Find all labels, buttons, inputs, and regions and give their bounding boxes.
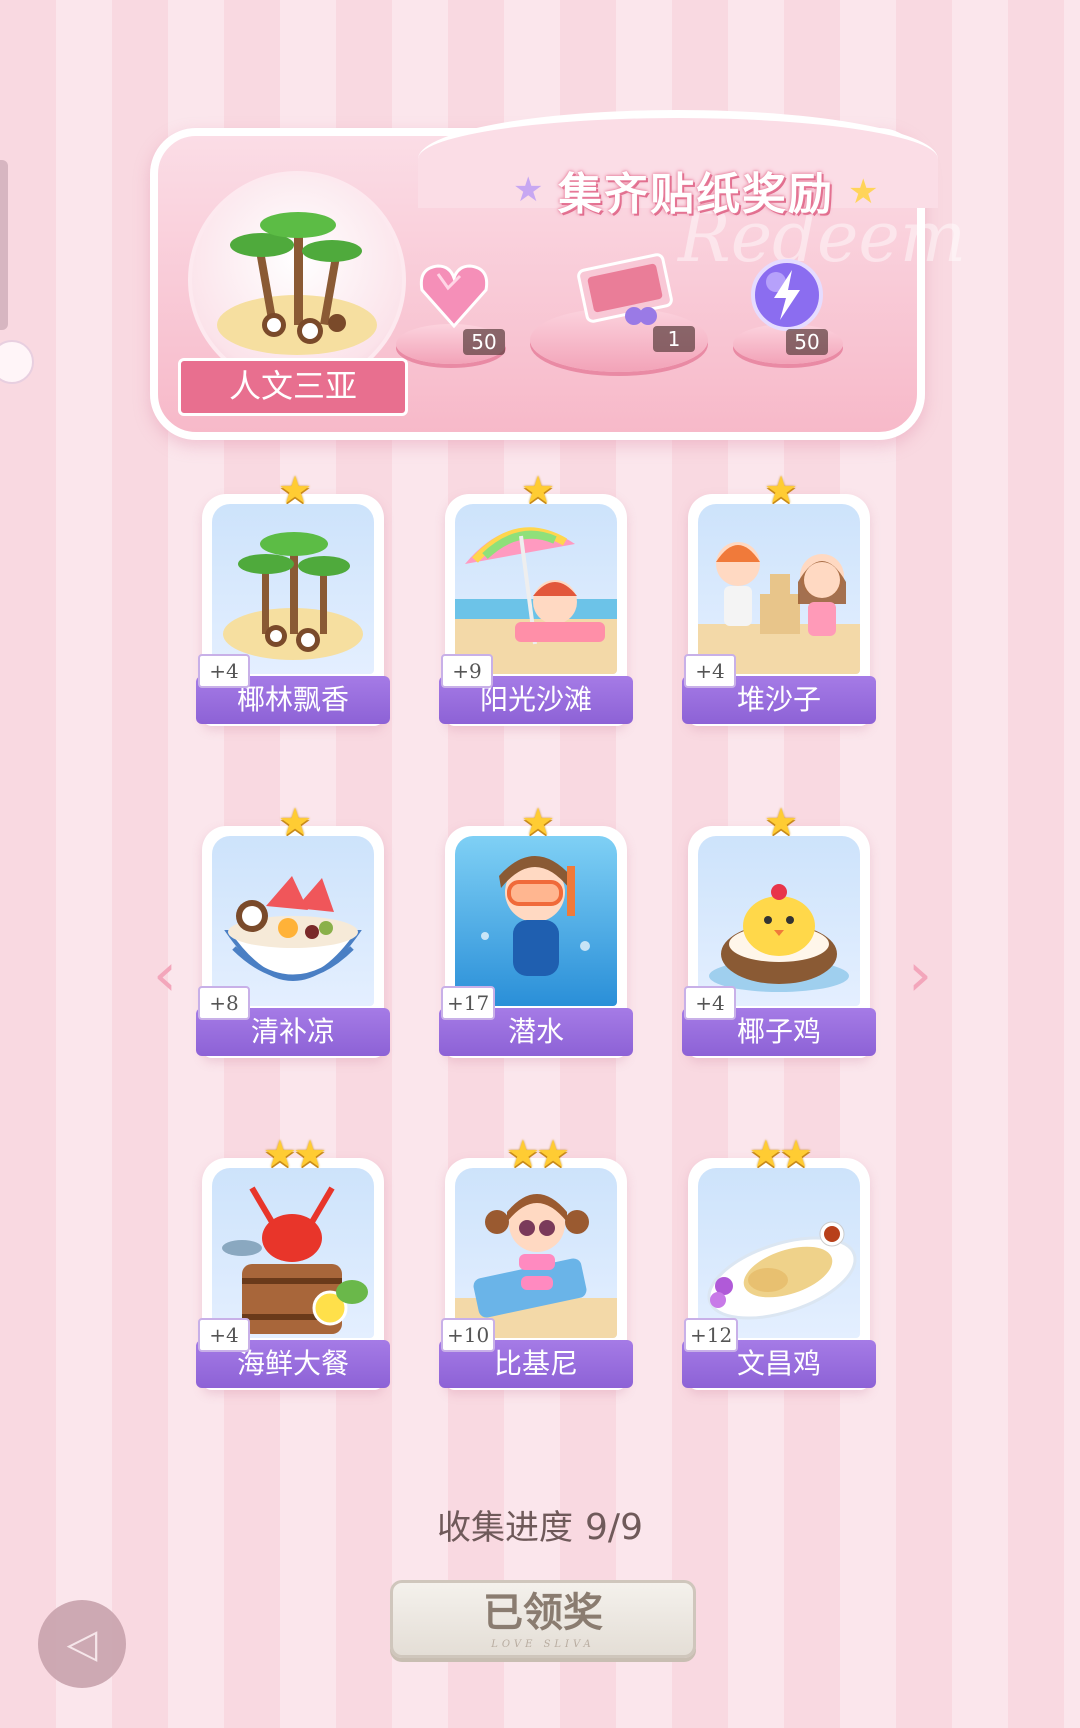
card-points-badge: +10	[441, 1318, 496, 1352]
back-button[interactable]: ◁	[38, 1600, 126, 1688]
side-flower-icon	[0, 340, 34, 384]
seafood-barrel-art	[212, 1168, 374, 1338]
bikini-girl-art	[455, 1168, 617, 1338]
back-arrow-icon: ◁	[66, 1621, 98, 1667]
card-points-badge: +4	[198, 1318, 250, 1352]
dessert-bowl-art	[212, 836, 374, 1006]
pink-heart-gem-icon	[419, 264, 489, 329]
prev-page-arrow-icon[interactable]: ‹	[145, 940, 185, 1010]
sticker-card-4[interactable]: ★ 清补凉 +8	[196, 800, 390, 1072]
coconut-island-icon	[217, 212, 377, 355]
reward-count: 1	[653, 326, 695, 352]
reward-count: 50	[463, 329, 505, 355]
card-points-badge: +17	[441, 986, 496, 1020]
card-points-badge: +4	[198, 654, 250, 688]
coconut-island-art	[212, 504, 374, 674]
sticker-card-3[interactable]: ★ 堆沙子 +4	[682, 468, 876, 740]
sticker-card-6[interactable]: ★ 椰子鸡 +4	[682, 800, 876, 1072]
beach-umbrella-art	[455, 504, 617, 674]
sticker-card-9[interactable]: ★★ 文昌鸡 +12	[682, 1132, 876, 1404]
gift-box-icon	[577, 253, 673, 325]
sticker-card-5[interactable]: ★ 潜水 +17	[439, 800, 633, 1072]
reward-item-2[interactable]	[570, 232, 680, 336]
sandcastle-kids-art	[698, 504, 860, 674]
reward-item-3[interactable]	[748, 256, 826, 338]
card-points-badge: +4	[684, 654, 736, 688]
claimed-button-label: 已领奖	[483, 1590, 603, 1636]
star-decor-icon: ★	[513, 170, 544, 210]
card-points-badge: +12	[684, 1318, 739, 1352]
sticker-card-2[interactable]: ★ 阳光沙滩 +9	[439, 468, 633, 740]
reward-count: 50	[786, 329, 828, 355]
sticker-card-1[interactable]: ★ 椰林飘香 +4	[196, 468, 390, 740]
coconut-chick-art	[698, 836, 860, 1006]
next-page-arrow-icon[interactable]: ›	[900, 940, 940, 1010]
panel-title: 集齐贴纸奖励	[558, 169, 834, 220]
claimed-button-subtext: LOVE SLIVA	[491, 1639, 595, 1650]
sticker-card-7[interactable]: ★★ 海鲜大餐 +4	[196, 1132, 390, 1404]
set-name-ribbon: 人文三亚	[178, 358, 408, 416]
star-decor-icon: ★	[848, 172, 879, 212]
sticker-card-8[interactable]: ★★ 比基尼 +10	[439, 1132, 633, 1404]
progress-value: 9/9	[585, 1507, 643, 1548]
card-points-badge: +9	[441, 654, 493, 688]
diver-girl-art	[455, 836, 617, 1006]
collection-progress: 收集进度 9/9	[0, 1500, 1080, 1549]
side-drawer-tab[interactable]	[0, 160, 8, 330]
set-badge	[188, 171, 406, 389]
purple-energy-orb-icon	[751, 259, 823, 331]
progress-label: 收集进度	[437, 1508, 574, 1548]
card-points-badge: +8	[198, 986, 250, 1020]
card-points-badge: +4	[684, 986, 736, 1020]
wenchang-chicken-art	[698, 1168, 860, 1338]
claimed-reward-button[interactable]: 已领奖 LOVE SLIVA	[390, 1580, 696, 1658]
reward-panel: Redeem ★ 集齐贴纸奖励 ★ 人文三亚 50 1 50	[150, 110, 966, 440]
reward-item-1[interactable]	[414, 254, 494, 338]
